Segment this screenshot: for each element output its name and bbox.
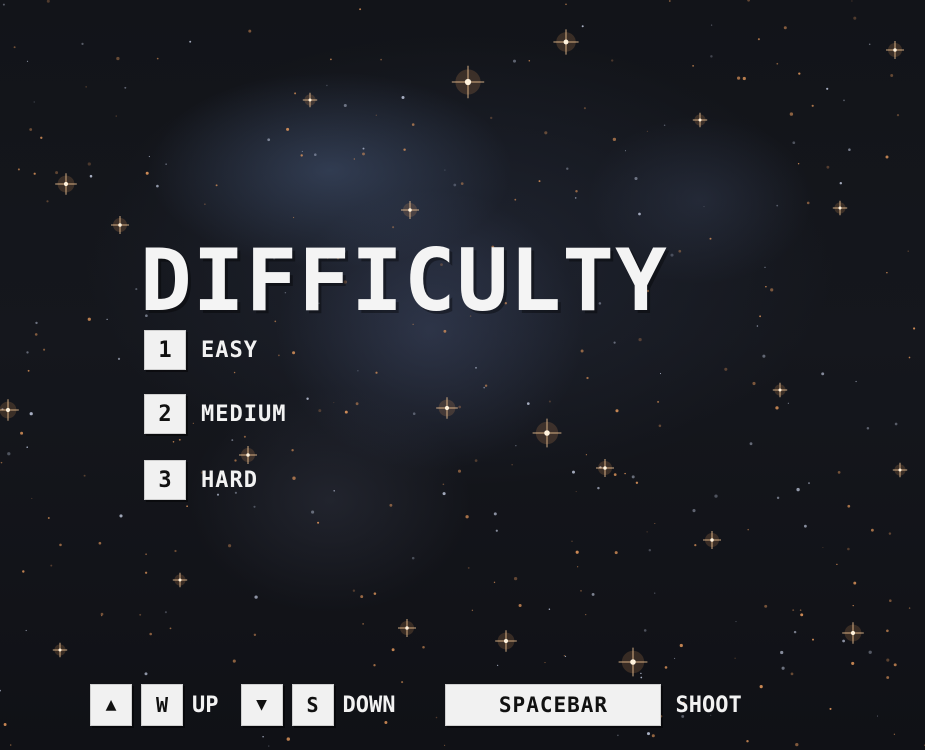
shoot-label: SHOOT	[675, 692, 742, 718]
menu-label-easy: EASY	[201, 337, 258, 363]
bright-star	[703, 531, 721, 549]
up-label: UP	[192, 692, 219, 718]
controls-legend: ▲ W UP ▼ S DOWN SPACEBAR SHOOT	[90, 684, 742, 726]
bright-star	[398, 619, 416, 637]
w-key: W	[141, 684, 183, 726]
down-label: DOWN	[342, 692, 396, 718]
menu-item-medium[interactable]: 2 MEDIUM	[144, 394, 286, 434]
starfield-background	[0, 0, 925, 747]
bright-star	[886, 41, 904, 59]
down-arrow-key: ▼	[240, 684, 283, 726]
up-arrow-key: ▲	[90, 684, 132, 726]
bright-star	[172, 572, 188, 588]
bright-star	[52, 642, 68, 658]
bright-star	[832, 200, 848, 216]
game-screen: DIFFICULTY 1 EASY 2 MEDIUM 3 HARD ▲ W UP…	[0, 0, 925, 750]
spacebar-key: SPACEBAR	[445, 684, 662, 726]
bright-star	[596, 459, 614, 477]
bright-star	[532, 418, 562, 448]
bright-star	[436, 397, 458, 419]
difficulty-title: DIFFICULTY	[140, 231, 668, 331]
bright-star	[0, 399, 19, 421]
bright-star	[618, 647, 648, 677]
menu-item-easy[interactable]: 1 EASY	[144, 330, 258, 370]
menu-item-hard[interactable]: 3 HARD	[144, 460, 258, 500]
menu-label-hard: HARD	[201, 467, 258, 493]
bright-star	[842, 622, 864, 644]
bright-star	[451, 65, 485, 99]
bright-star	[553, 29, 579, 55]
bright-star	[692, 112, 708, 128]
up-arrow-icon: ▲	[105, 694, 117, 715]
menu-label-medium: MEDIUM	[201, 401, 287, 427]
bright-star	[111, 216, 129, 234]
bright-star	[401, 201, 419, 219]
key-3: 3	[144, 460, 186, 500]
s-key: S	[291, 684, 334, 726]
key-2: 2	[144, 394, 186, 434]
bright-star	[302, 92, 318, 108]
down-arrow-icon: ▼	[256, 694, 267, 715]
bright-star	[55, 173, 77, 195]
bright-star	[495, 630, 517, 652]
key-1: 1	[144, 330, 186, 370]
bright-star	[892, 462, 908, 478]
bright-star	[772, 382, 788, 398]
